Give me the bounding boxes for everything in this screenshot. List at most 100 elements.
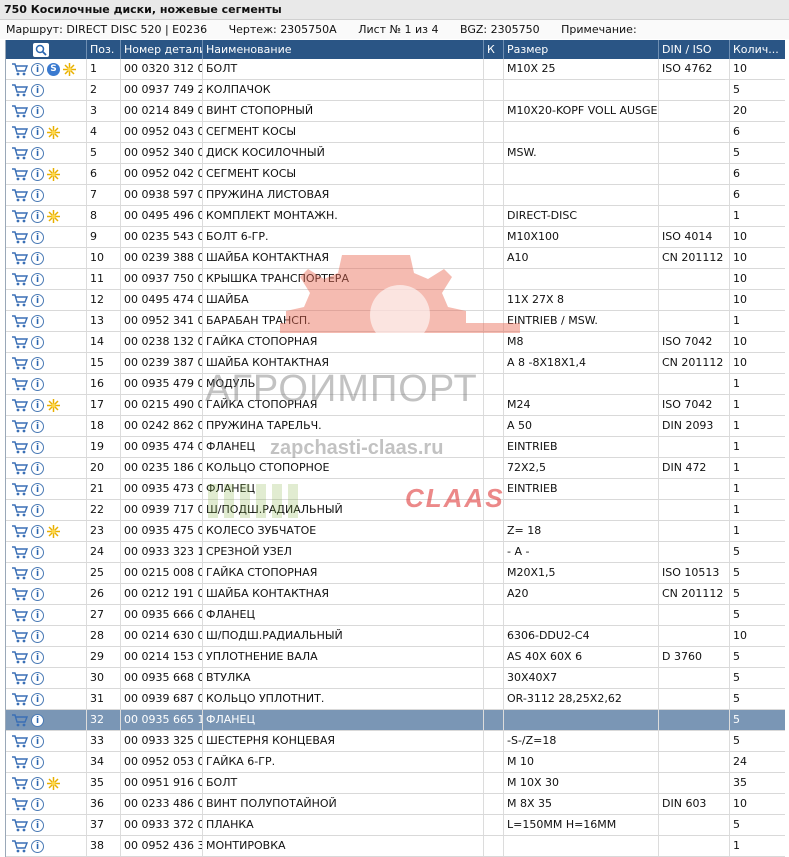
table-row[interactable]: i 3 00 0214 849 0 ВИНТ СТОПОРНЫЙ M10X20-KOPF… bbox=[6, 101, 785, 122]
cell-part-number[interactable]: 00 0952 436 3 bbox=[121, 836, 203, 856]
info-icon[interactable]: i bbox=[31, 692, 44, 706]
table-row[interactable]: i 14 00 0238 132 0 ГАЙКА СТОПОРНАЯ M8 ISO 704… bbox=[6, 332, 785, 353]
info-icon[interactable]: i bbox=[31, 83, 44, 97]
cell-part-number[interactable]: 00 0951 916 0 bbox=[121, 773, 203, 793]
table-row[interactable]: i 32 00 0935 665 1 ФЛАНЕЦ 5 bbox=[6, 710, 785, 731]
info-icon[interactable]: i bbox=[31, 398, 44, 412]
info-icon[interactable]: i bbox=[31, 377, 44, 391]
info-icon[interactable]: i bbox=[31, 230, 44, 244]
cell-part-number[interactable]: 00 0935 479 0 bbox=[121, 374, 203, 394]
info-icon[interactable]: i bbox=[31, 734, 44, 748]
cell-part-number[interactable]: 00 0937 749 2 bbox=[121, 80, 203, 100]
col-header-qty[interactable]: Колич... bbox=[730, 40, 785, 59]
info-icon[interactable]: i bbox=[31, 461, 44, 475]
cell-part-number[interactable]: 00 0935 666 0 bbox=[121, 605, 203, 625]
cell-part-number[interactable]: 00 0939 717 0 bbox=[121, 500, 203, 520]
table-row[interactable]: i 12 00 0495 474 0 ШАЙБА 11X 27X 8 10 bbox=[6, 290, 785, 311]
info-icon[interactable]: i bbox=[31, 125, 44, 139]
cell-part-number[interactable]: 00 0935 473 0 bbox=[121, 479, 203, 499]
table-row[interactable]: i 23 00 0935 475 0 КОЛЕСО ЗУБЧАТОЕ Z= 18 1 bbox=[6, 521, 785, 542]
table-row[interactable]: i 25 00 0215 008 0 ГАЙКА СТОПОРНАЯ M20X1,5 IS… bbox=[6, 563, 785, 584]
table-row[interactable]: i 17 00 0215 490 0 ГАЙКА СТОПОРНАЯ M24 ISO 70… bbox=[6, 395, 785, 416]
cell-part-number[interactable]: 00 0233 486 0 bbox=[121, 794, 203, 814]
cell-part-number[interactable]: 00 0935 475 0 bbox=[121, 521, 203, 541]
table-row[interactable]: i 20 00 0235 186 0 КОЛЬЦО СТОПОРНОЕ 72X2,5 DI… bbox=[6, 458, 785, 479]
cart-icon[interactable] bbox=[11, 209, 29, 223]
table-row[interactable]: i 8 00 0495 496 0 КОМПЛЕКТ МОНТАЖН. DIRECT-D… bbox=[6, 206, 785, 227]
cart-icon[interactable] bbox=[11, 62, 29, 76]
cart-icon[interactable] bbox=[11, 839, 29, 853]
table-row[interactable]: i 2 00 0937 749 2 КОЛПАЧОК 5 bbox=[6, 80, 785, 101]
info-icon[interactable]: i bbox=[31, 356, 44, 370]
cart-icon[interactable] bbox=[11, 776, 29, 790]
cart-icon[interactable] bbox=[11, 167, 29, 181]
info-icon[interactable]: i bbox=[31, 587, 44, 601]
cart-icon[interactable] bbox=[11, 146, 29, 160]
search-icon[interactable] bbox=[33, 42, 49, 57]
cell-part-number[interactable]: 00 0952 340 0 bbox=[121, 143, 203, 163]
info-icon[interactable]: i bbox=[31, 272, 44, 286]
cell-part-number[interactable]: 00 0215 008 0 bbox=[121, 563, 203, 583]
cart-icon[interactable] bbox=[11, 629, 29, 643]
cart-icon[interactable] bbox=[11, 230, 29, 244]
table-row[interactable]: i 7 00 0938 597 0 ПРУЖИНА ЛИСТОВАЯ 6 bbox=[6, 185, 785, 206]
cell-part-number[interactable]: 00 0935 665 1 bbox=[121, 710, 203, 730]
table-row[interactable]: i 37 00 0933 372 0 ПЛАНКА L=150MM H=16MM 5 bbox=[6, 815, 785, 836]
table-row[interactable]: i 31 00 0939 687 0 КОЛЬЦО УПЛОТНИТ. OR-3112 … bbox=[6, 689, 785, 710]
table-row[interactable]: i 10 00 0239 388 0 ШАЙБА КОНТАКТНАЯ A10 CN 20… bbox=[6, 248, 785, 269]
table-row[interactable]: i 6 00 0952 042 0 СЕГМЕНТ КОСЫ 6 bbox=[6, 164, 785, 185]
table-row[interactable]: i 21 00 0935 473 0 ФЛАНЕЦ EINTRIEB 1 bbox=[6, 479, 785, 500]
info-icon[interactable]: i bbox=[31, 755, 44, 769]
info-icon[interactable]: i bbox=[31, 314, 44, 328]
cart-icon[interactable] bbox=[11, 587, 29, 601]
table-row[interactable]: i S 1 00 0320 312 0 БОЛТ M10X 25 ISO 4762 10 bbox=[6, 59, 785, 80]
cart-icon[interactable] bbox=[11, 440, 29, 454]
cell-part-number[interactable]: 00 0215 490 0 bbox=[121, 395, 203, 415]
info-icon[interactable]: i bbox=[31, 524, 44, 538]
cart-icon[interactable] bbox=[11, 734, 29, 748]
table-row[interactable]: i 4 00 0952 043 0 СЕГМЕНТ КОСЫ 6 bbox=[6, 122, 785, 143]
table-row[interactable]: i 30 00 0935 668 0 ВТУЛКА 30X40X7 5 bbox=[6, 668, 785, 689]
info-icon[interactable]: i bbox=[31, 440, 44, 454]
cell-part-number[interactable]: 00 0239 387 0 bbox=[121, 353, 203, 373]
cart-icon[interactable] bbox=[11, 125, 29, 139]
table-row[interactable]: i 16 00 0935 479 0 МОДУЛЬ 1 bbox=[6, 374, 785, 395]
cell-part-number[interactable]: 00 0242 862 0 bbox=[121, 416, 203, 436]
cell-part-number[interactable]: 00 0952 053 0 bbox=[121, 752, 203, 772]
info-icon[interactable]: i bbox=[31, 503, 44, 517]
cell-part-number[interactable]: 00 0214 153 0 bbox=[121, 647, 203, 667]
info-icon[interactable]: i bbox=[31, 188, 44, 202]
s-badge-icon[interactable]: S bbox=[47, 62, 60, 76]
info-icon[interactable]: i bbox=[31, 209, 44, 223]
cart-icon[interactable] bbox=[11, 398, 29, 412]
info-icon[interactable]: i bbox=[31, 671, 44, 685]
info-icon[interactable]: i bbox=[31, 545, 44, 559]
table-row[interactable]: i 27 00 0935 666 0 ФЛАНЕЦ 5 bbox=[6, 605, 785, 626]
info-icon[interactable]: i bbox=[31, 167, 44, 181]
cell-part-number[interactable]: 00 0935 474 0 bbox=[121, 437, 203, 457]
cart-icon[interactable] bbox=[11, 566, 29, 580]
info-icon[interactable]: i bbox=[31, 293, 44, 307]
info-icon[interactable]: i bbox=[31, 776, 44, 790]
cell-part-number[interactable]: 00 0214 849 0 bbox=[121, 101, 203, 121]
cart-icon[interactable] bbox=[11, 251, 29, 265]
cart-icon[interactable] bbox=[11, 797, 29, 811]
info-icon[interactable]: i bbox=[31, 629, 44, 643]
cart-icon[interactable] bbox=[11, 650, 29, 664]
info-icon[interactable]: i bbox=[31, 419, 44, 433]
info-icon[interactable]: i bbox=[31, 650, 44, 664]
table-row[interactable]: i 36 00 0233 486 0 ВИНТ ПОЛУПОТАЙНОЙ M 8X 35… bbox=[6, 794, 785, 815]
cell-part-number[interactable]: 00 0937 750 0 bbox=[121, 269, 203, 289]
info-icon[interactable]: i bbox=[31, 62, 44, 76]
table-row[interactable]: i 9 00 0235 543 0 БОЛТ 6-ГР. M10X100 ISO 4014… bbox=[6, 227, 785, 248]
col-header-k[interactable]: К bbox=[484, 40, 504, 59]
header-search-cell[interactable] bbox=[6, 40, 87, 59]
cell-part-number[interactable]: 00 0212 191 0 bbox=[121, 584, 203, 604]
cart-icon[interactable] bbox=[11, 188, 29, 202]
table-row[interactable]: i 28 00 0214 630 0 Ш/ПОДШ.РАДИАЛЬНЫЙ 6306-DD… bbox=[6, 626, 785, 647]
cell-part-number[interactable]: 00 0238 132 0 bbox=[121, 332, 203, 352]
table-row[interactable]: i 29 00 0214 153 0 УПЛОТНЕНИЕ ВАЛА AS 40X 60… bbox=[6, 647, 785, 668]
info-icon[interactable]: i bbox=[31, 608, 44, 622]
table-row[interactable]: i 11 00 0937 750 0 КРЫШКА ТРАНСПОРТЕРА 10 bbox=[6, 269, 785, 290]
info-icon[interactable]: i bbox=[31, 818, 44, 832]
